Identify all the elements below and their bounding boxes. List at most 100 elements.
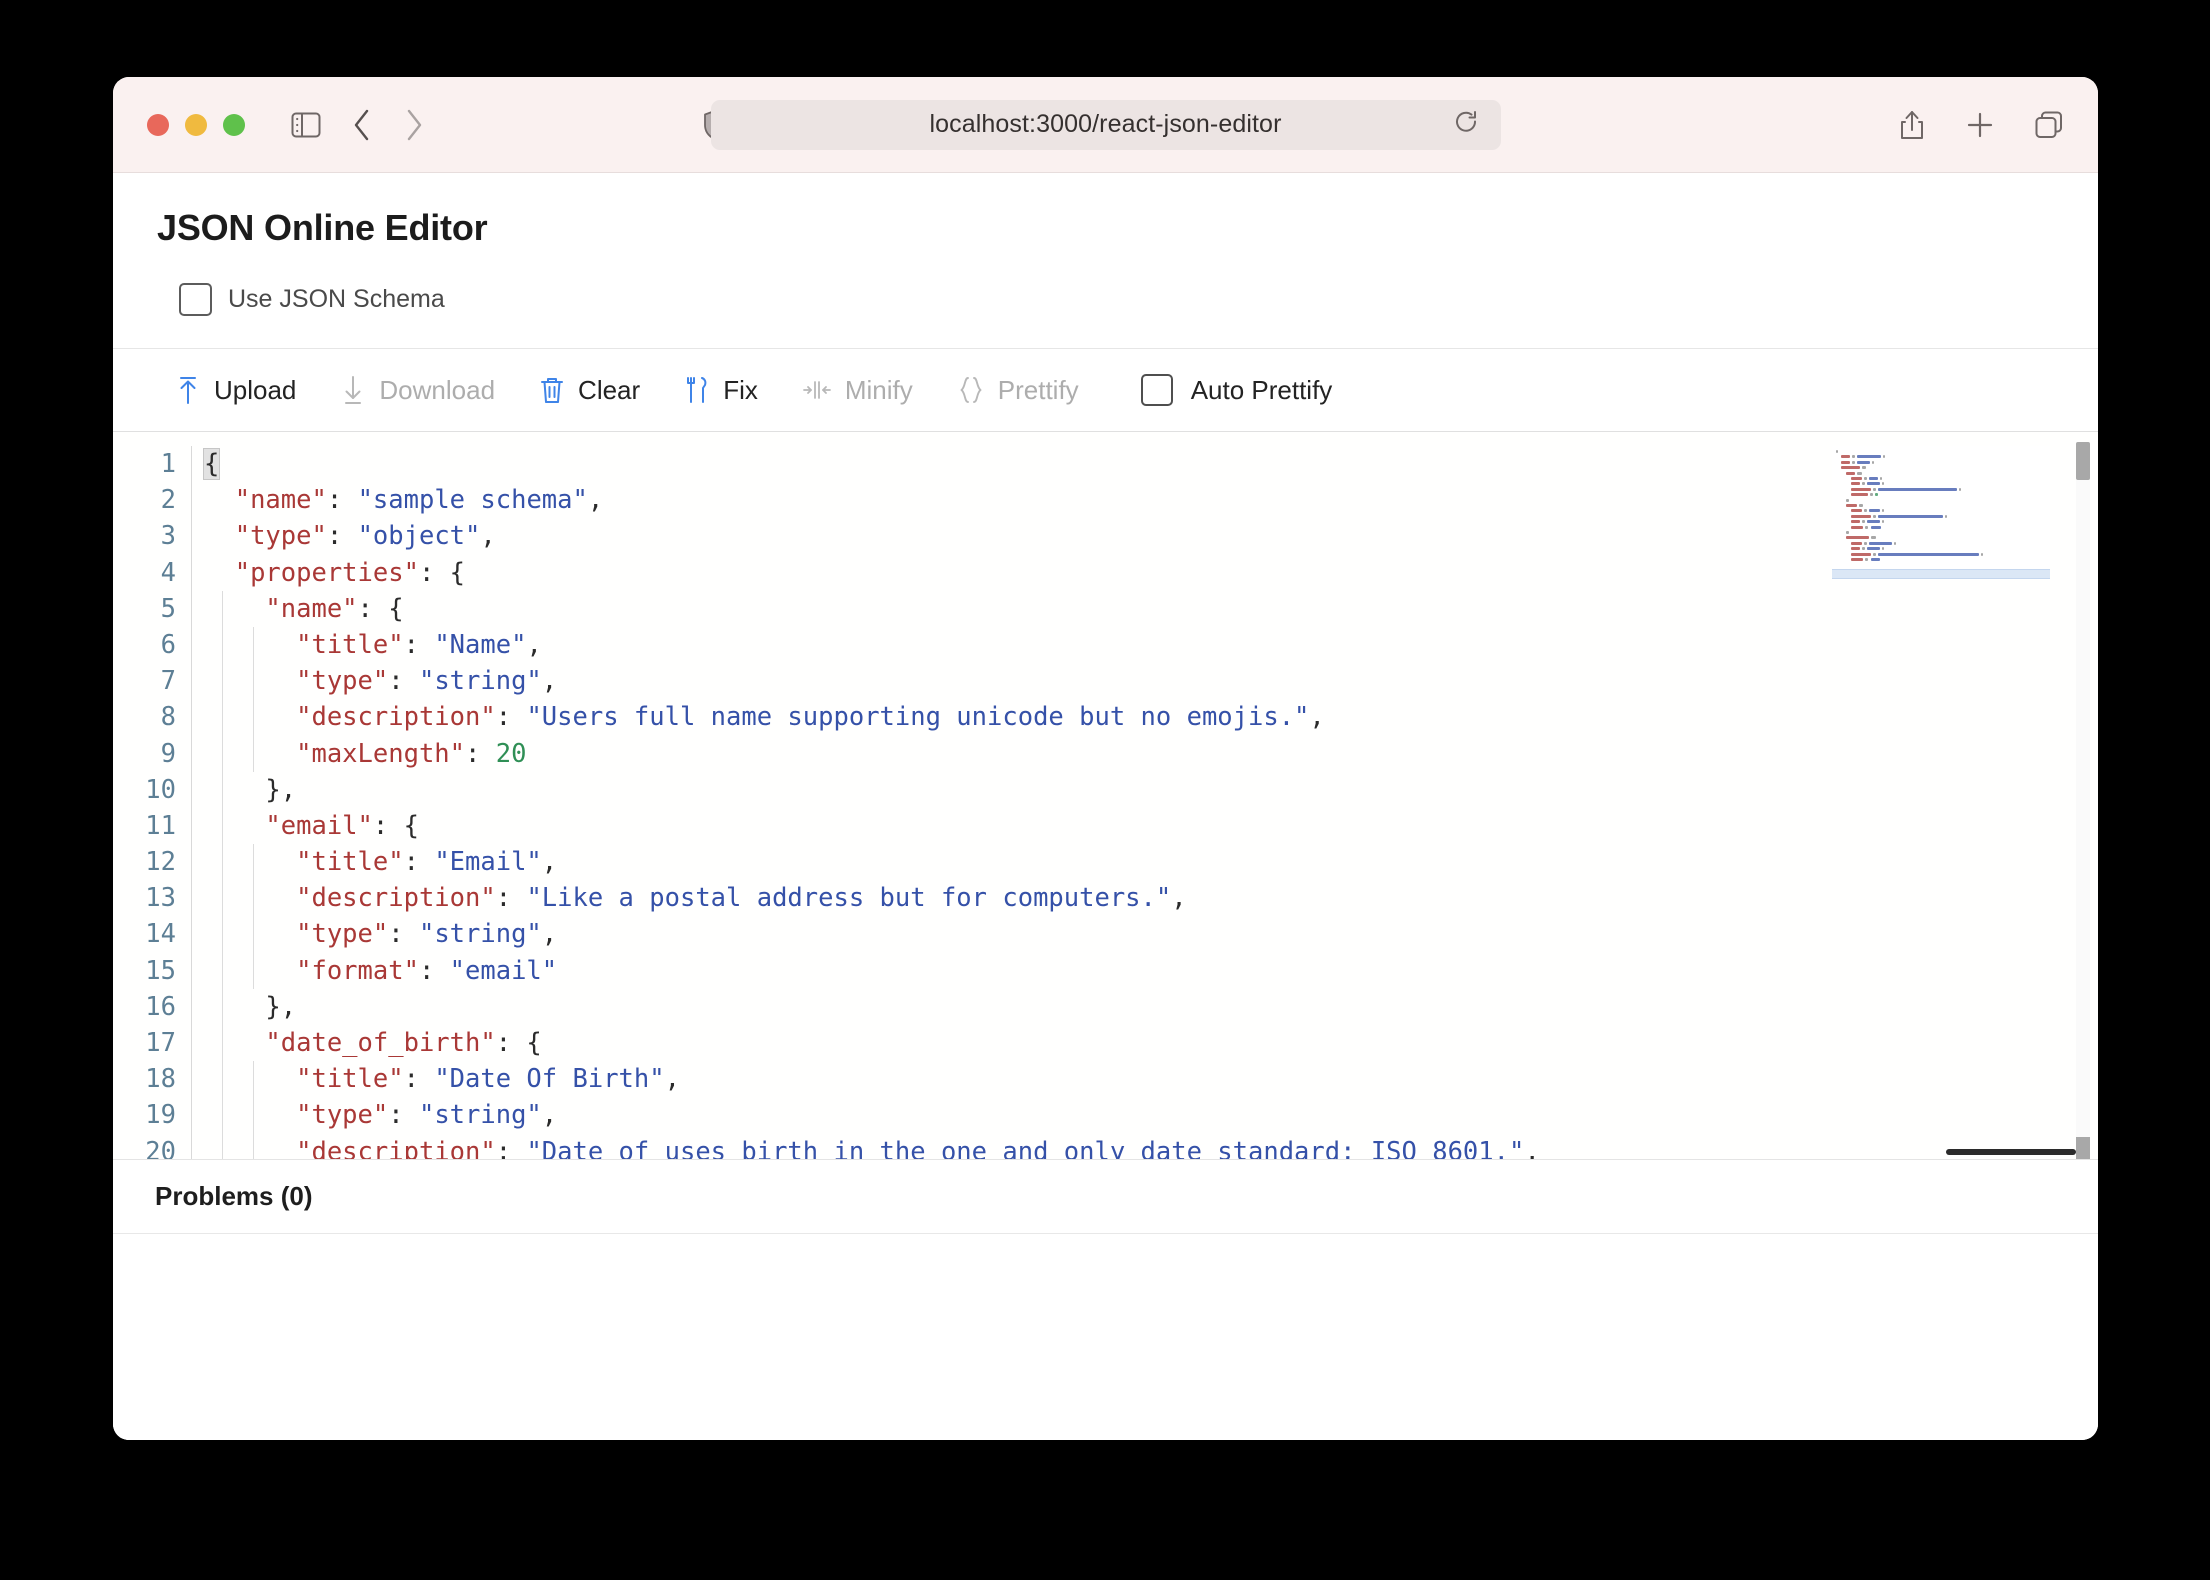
minimap-token bbox=[1878, 487, 1958, 491]
indent-guide bbox=[222, 590, 223, 627]
auto-prettify-checkbox[interactable] bbox=[1140, 374, 1173, 406]
use-schema-row[interactable]: Use JSON Schema bbox=[113, 249, 2098, 348]
editor-minimap[interactable] bbox=[1832, 446, 2050, 580]
clear-button[interactable]: Clear bbox=[539, 375, 640, 406]
vertical-scroll-thumb[interactable] bbox=[2076, 442, 2090, 480]
braces-icon bbox=[957, 375, 985, 405]
code-line[interactable]: "type": "string", bbox=[191, 663, 2098, 700]
minimap-token bbox=[1851, 552, 1872, 556]
editor-vertical-scrollbar[interactable] bbox=[2076, 442, 2090, 1142]
code-line[interactable]: { bbox=[191, 446, 2098, 483]
minimap-token bbox=[1870, 493, 1874, 497]
indent-guide bbox=[222, 626, 223, 664]
minimap-token bbox=[1851, 525, 1864, 529]
code-line[interactable]: "email": { bbox=[191, 807, 2098, 845]
minify-button[interactable]: Minify bbox=[802, 375, 913, 406]
code-line[interactable]: "format": "email" bbox=[191, 952, 2098, 990]
code-token: "sample schema" bbox=[357, 485, 588, 516]
minimap-token bbox=[1857, 455, 1881, 459]
back-chevron-icon[interactable] bbox=[351, 108, 373, 142]
code-line[interactable]: "description": "Like a postal address bu… bbox=[191, 880, 2098, 917]
problems-bar[interactable]: Problems (0) bbox=[113, 1160, 2098, 1234]
fix-button[interactable]: Fix bbox=[684, 375, 758, 406]
indent-guide bbox=[253, 916, 254, 953]
new-tab-icon[interactable] bbox=[1966, 111, 1994, 139]
indent-guide bbox=[253, 844, 254, 881]
code-line[interactable]: "properties": { bbox=[191, 554, 2098, 591]
code-token: : { bbox=[372, 810, 419, 841]
code-token: : bbox=[403, 629, 435, 660]
code-line[interactable]: "date_of_birth": { bbox=[191, 1025, 2098, 1062]
address-bar[interactable]: localhost:3000/react-json-editor bbox=[710, 99, 1501, 150]
download-button[interactable]: Download bbox=[340, 375, 495, 406]
line-number: 11 bbox=[145, 810, 176, 841]
code-token: }, bbox=[265, 991, 297, 1022]
code-line[interactable]: "description": "Users full name supporti… bbox=[191, 699, 2098, 736]
code-token: , bbox=[541, 1100, 558, 1131]
minimap-token bbox=[1875, 493, 1879, 497]
code-line[interactable]: "type": "object", bbox=[191, 518, 2098, 555]
code-line[interactable]: }, bbox=[191, 988, 2098, 1026]
code-token: , bbox=[526, 629, 542, 660]
share-icon[interactable] bbox=[1898, 109, 1926, 141]
editor-code-content[interactable]: { "name": "sample schema", "type": "obje… bbox=[190, 446, 2098, 1159]
code-token: { bbox=[202, 448, 221, 480]
code-line[interactable]: "maxLength": 20 bbox=[191, 735, 2098, 772]
download-label: Download bbox=[379, 374, 496, 405]
browser-window: localhost:3000/react-json-editor JSON On… bbox=[113, 77, 2098, 1440]
minimap-token bbox=[1878, 552, 1979, 556]
auto-prettify-label: Auto Prettify bbox=[1190, 374, 1333, 405]
indent-guide bbox=[222, 1097, 223, 1134]
indent-guide bbox=[253, 880, 254, 917]
code-line[interactable]: }, bbox=[191, 771, 2098, 809]
address-bar-url: localhost:3000/react-json-editor bbox=[929, 110, 1282, 138]
use-schema-checkbox[interactable] bbox=[179, 283, 212, 316]
upload-label: Upload bbox=[214, 374, 297, 405]
line-number: 12 bbox=[145, 847, 176, 878]
prettify-button[interactable]: Prettify bbox=[957, 375, 1079, 406]
window-traffic-lights bbox=[147, 113, 245, 136]
code-line[interactable]: "name": { bbox=[191, 590, 2098, 628]
minimap-token bbox=[1841, 466, 1860, 470]
code-token: }, bbox=[265, 774, 297, 805]
reload-icon[interactable] bbox=[1453, 108, 1479, 141]
line-number: 6 bbox=[160, 629, 176, 660]
use-schema-label: Use JSON Schema bbox=[228, 285, 445, 313]
minimap-token bbox=[1851, 509, 1862, 513]
line-number: 3 bbox=[160, 521, 176, 552]
close-window-button[interactable] bbox=[147, 113, 169, 136]
minimap-token bbox=[1857, 471, 1862, 475]
editor-horizontal-scrollbar[interactable] bbox=[113, 1147, 2076, 1157]
code-line[interactable]: "title": "Email", bbox=[191, 844, 2098, 881]
minimap-token bbox=[1867, 482, 1880, 486]
code-line[interactable]: "title": "Name", bbox=[191, 626, 2098, 664]
upload-button[interactable]: Upload bbox=[175, 375, 296, 406]
sidebar-toggle-icon[interactable] bbox=[291, 112, 321, 138]
maximize-window-button[interactable] bbox=[223, 113, 245, 136]
code-line[interactable]: "type": "string", bbox=[191, 1097, 2098, 1134]
minimap-token bbox=[1881, 482, 1884, 486]
forward-chevron-icon[interactable] bbox=[403, 108, 425, 142]
minimap-viewport[interactable] bbox=[1832, 569, 2050, 580]
json-editor[interactable]: 123456789101112131415161718192021 { "nam… bbox=[113, 432, 2098, 1160]
indent-guide bbox=[222, 699, 223, 736]
minimize-window-button[interactable] bbox=[185, 113, 207, 136]
minimap-token bbox=[1851, 520, 1861, 524]
minimap-token bbox=[1851, 487, 1872, 491]
minimap-token bbox=[1846, 471, 1856, 475]
code-line[interactable]: "name": "sample schema", bbox=[191, 482, 2098, 519]
minimap-token bbox=[1851, 482, 1861, 486]
horizontal-scroll-thumb[interactable] bbox=[1946, 1149, 2076, 1155]
auto-prettify-row[interactable]: Auto Prettify bbox=[1140, 374, 1333, 406]
code-token: : bbox=[495, 702, 527, 733]
code-line[interactable]: "type": "string", bbox=[191, 916, 2098, 953]
wrench-icon bbox=[684, 375, 710, 405]
tab-overview-icon[interactable] bbox=[2034, 110, 2064, 140]
minimap-token bbox=[1868, 477, 1879, 480]
minimap-token bbox=[1836, 450, 1838, 453]
minimap-token bbox=[1868, 541, 1893, 545]
browser-actions bbox=[1898, 109, 2064, 141]
indent-guide bbox=[222, 916, 223, 953]
code-line[interactable]: "title": "Date Of Birth", bbox=[191, 1061, 2098, 1098]
code-token: "Email" bbox=[434, 847, 542, 878]
